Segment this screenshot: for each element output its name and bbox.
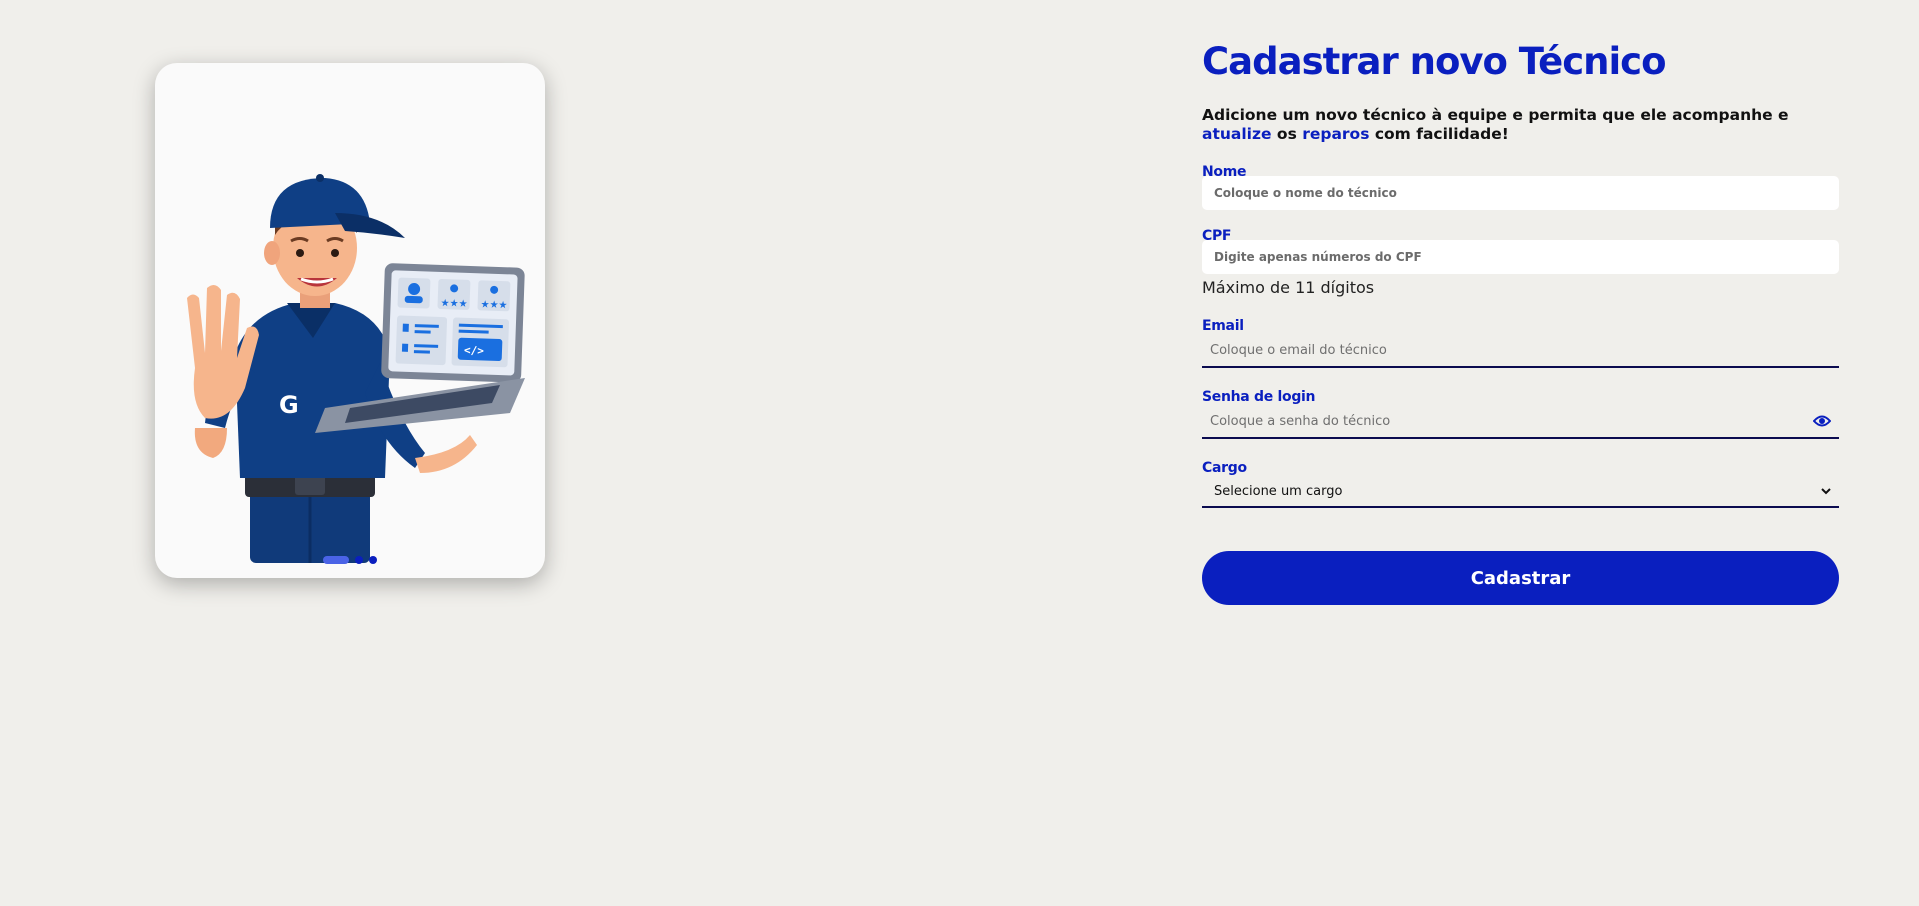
svg-text:★★★: ★★★ [440, 298, 467, 310]
senha-label: Senha de login [1202, 389, 1316, 405]
subtitle-text-1: Adicione um novo técnico à equipe e perm… [1202, 106, 1789, 124]
senha-input[interactable] [1202, 405, 1839, 439]
cargo-field-group: Cargo Selecione um cargo [1202, 460, 1839, 508]
senha-field-group: Senha de login [1202, 389, 1839, 439]
page: G ★★★ ★★★ </> Cadastrar novo Técnico Adi… [0, 0, 1919, 906]
cpf-field-group: CPF Máximo de 11 dígitos [1202, 228, 1839, 297]
cargo-select-wrapper: Selecione um cargo [1202, 476, 1839, 508]
carousel-dot-1[interactable] [323, 556, 349, 564]
technician-illustration: G ★★★ ★★★ </> [187, 174, 525, 563]
nome-label: Nome [1202, 164, 1247, 176]
subtitle-text-2: os [1271, 125, 1303, 143]
carousel-card: G ★★★ ★★★ </> [155, 63, 545, 578]
page-subtitle: Adicione um novo técnico à equipe e perm… [1202, 106, 1839, 144]
cpf-input[interactable] [1202, 240, 1839, 274]
carousel-dot-2[interactable] [355, 556, 363, 564]
carousel-indicators [323, 556, 377, 564]
nome-field-group: Nome [1202, 164, 1839, 210]
svg-text:</>: </> [464, 344, 485, 358]
carousel-dot-3[interactable] [369, 556, 377, 564]
shirt-logo: G [279, 391, 299, 419]
subtitle-highlight-atualize: atualize [1202, 125, 1272, 143]
email-input[interactable] [1202, 334, 1839, 368]
svg-text:★★★: ★★★ [480, 299, 507, 311]
email-field-group: Email [1202, 318, 1839, 368]
cargo-select[interactable]: Selecione um cargo [1202, 476, 1839, 508]
cargo-label: Cargo [1202, 460, 1247, 476]
cpf-hint: Máximo de 11 dígitos [1202, 278, 1375, 297]
cadastrar-button[interactable]: Cadastrar [1202, 551, 1839, 605]
email-label: Email [1202, 318, 1244, 334]
cpf-label: CPF [1202, 228, 1232, 240]
subtitle-text-3: com facilidade! [1369, 125, 1509, 143]
nome-input[interactable] [1202, 176, 1839, 210]
subtitle-highlight-reparos: reparos [1302, 125, 1370, 143]
register-technician-form: Cadastrar novo Técnico Adicione um novo … [1202, 36, 1839, 605]
chevron-down-icon [1821, 488, 1831, 495]
eye-icon[interactable] [1813, 414, 1831, 428]
page-title: Cadastrar novo Técnico [1202, 40, 1667, 83]
senha-input-wrapper [1202, 405, 1839, 439]
cargo-selected-value: Selecione um cargo [1214, 483, 1343, 499]
